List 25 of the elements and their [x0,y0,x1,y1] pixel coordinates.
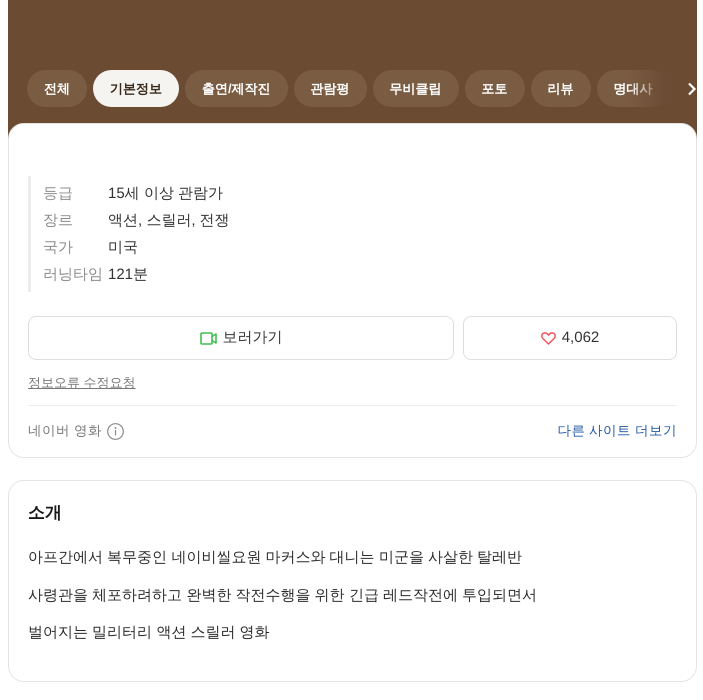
source-label: 네이버 영화 [28,422,102,440]
watch-button[interactable]: 보러가기 [28,316,454,360]
tab[interactable]: 기본정보 [93,70,179,107]
tab[interactable]: 리뷰 [530,70,591,107]
info-value: 미국 [108,238,138,258]
info-label: 장르 [43,211,74,231]
intro-title: 소개 [28,502,63,524]
tab[interactable]: 출연/제작진 [185,70,288,107]
info-label: 국가 [43,238,74,258]
video-camera-icon [200,332,216,344]
tab[interactable]: 관람평 [294,70,367,107]
like-button[interactable]: 4,062 [463,316,677,360]
tab[interactable]: 전체 [27,70,87,107]
chevron-right-icon[interactable] [687,82,697,96]
report-error-link[interactable]: 정보오류 수정요청 [28,373,136,392]
info-value: 15세 이상 관람가 [108,184,224,204]
info-label: 등급 [43,184,74,204]
more-sites-link[interactable]: 다른 사이트 더보기 [557,420,677,442]
tab[interactable]: 포토 [464,70,525,107]
info-label: 러닝타임 [43,265,104,285]
tab[interactable]: 무비클립 [372,70,459,107]
info-value: 121분 [108,265,148,285]
info-value: 액션, 스릴러, 전쟁 [108,211,230,231]
info-icon[interactable] [106,422,124,440]
intro-text: 아프간에서 복무중인 네이비씰요원 마커스와 대니는 미군을 사살한 탈레반 사령관을 체포하려하고 완벽한 작전수행을 위한 긴급 레드작전에 투입되면서 벌어지는 밀리터리 액션 스릴러 영화 [28,548,538,643]
